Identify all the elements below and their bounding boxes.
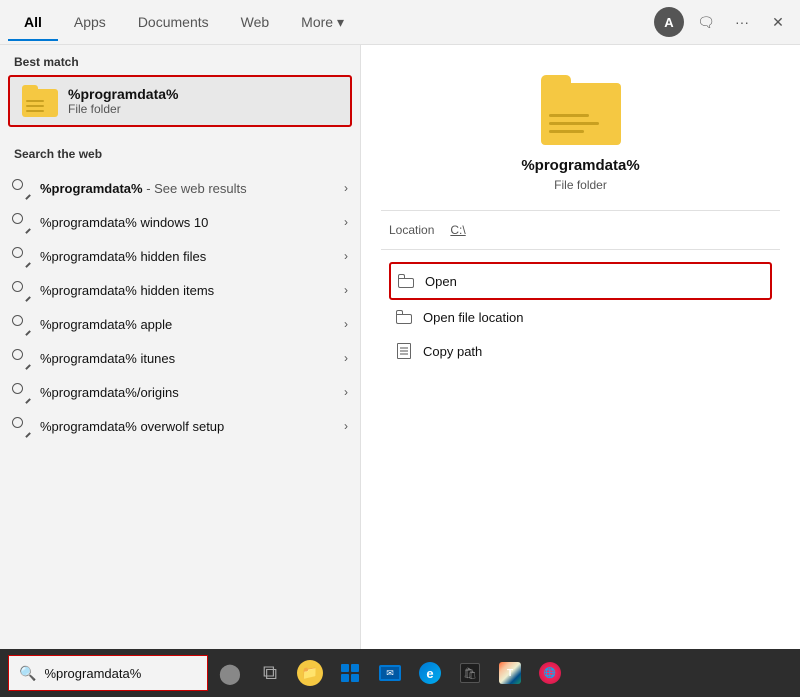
best-match-type: File folder: [68, 102, 178, 116]
right-panel: %programdata% File folder Location C:\ O…: [360, 45, 800, 649]
chevron-right-icon-3: ›: [344, 283, 348, 297]
list-item[interactable]: %programdata%/origins ›: [0, 375, 360, 409]
tab-documents[interactable]: Documents: [122, 4, 225, 40]
open-file-location-label: Open file location: [423, 310, 523, 325]
chevron-right-icon-2: ›: [344, 249, 348, 263]
open-label: Open: [425, 274, 457, 289]
chevron-right-icon-6: ›: [344, 385, 348, 399]
location-row: Location C:\: [381, 223, 780, 237]
right-subtitle: File folder: [554, 178, 607, 192]
mail-icon[interactable]: ✉: [372, 655, 408, 691]
tab-web[interactable]: Web: [225, 4, 286, 40]
list-item[interactable]: %programdata% itunes ›: [0, 341, 360, 375]
open-location-folder-icon: [395, 308, 413, 326]
avatar[interactable]: A: [654, 7, 684, 37]
folder-line-3: [26, 110, 44, 112]
tab-apps[interactable]: Apps: [58, 4, 122, 40]
list-item[interactable]: %programdata% - See web results ›: [0, 171, 360, 205]
close-icon[interactable]: ✕: [764, 8, 792, 36]
rf-line-2: [549, 122, 599, 125]
list-item[interactable]: %programdata% hidden items ›: [0, 273, 360, 307]
right-folder-icon: [541, 75, 621, 145]
search-item-text-4: %programdata% apple: [40, 317, 334, 332]
folder-body: [22, 89, 58, 117]
web-search-label: Search the web: [0, 137, 360, 167]
search-item-text-7: %programdata% overwolf setup: [40, 419, 334, 434]
main-area: Best match %programdata% File folder Sea…: [0, 45, 800, 649]
folder-lines: [26, 100, 44, 112]
chevron-right-icon-5: ›: [344, 351, 348, 365]
chevron-right-icon-7: ›: [344, 419, 348, 433]
open-folder-icon: [397, 272, 415, 290]
rf-folder-lines: [549, 114, 599, 133]
chevron-right-icon-0: ›: [344, 181, 348, 195]
rf-line-1: [549, 114, 589, 117]
search-item-text-0: %programdata% - See web results: [40, 181, 334, 196]
edge-icon[interactable]: e: [412, 655, 448, 691]
folder-icon-large: [22, 85, 58, 117]
search-icon: [12, 213, 30, 231]
tab-all[interactable]: All: [8, 4, 58, 40]
cortana-icon[interactable]: ⬤: [212, 655, 248, 691]
search-icon: [12, 247, 30, 265]
taskview-icon[interactable]: ⧉: [252, 655, 288, 691]
list-item[interactable]: %programdata% windows 10 ›: [0, 205, 360, 239]
open-file-location-action[interactable]: Open file location: [389, 300, 772, 334]
search-icon: [12, 417, 30, 435]
list-item[interactable]: %programdata% hidden files ›: [0, 239, 360, 273]
search-box-text: %programdata%: [44, 666, 197, 681]
search-item-text-5: %programdata% itunes: [40, 351, 334, 366]
taskbar: 🔍 %programdata% ⬤ ⧉ 📁 ✉ e 🛍 T 🌐: [0, 649, 800, 697]
grid-icon[interactable]: [332, 655, 368, 691]
search-icon: [12, 315, 30, 333]
search-icon: [12, 281, 30, 299]
location-label: Location: [389, 223, 434, 237]
header-icons: A 🗨 ··· ✕: [654, 7, 792, 37]
left-panel: Best match %programdata% File folder Sea…: [0, 45, 360, 649]
best-match-label: Best match: [0, 45, 360, 75]
file-explorer-icon[interactable]: 📁: [292, 655, 328, 691]
best-match-name: %programdata%: [68, 86, 178, 102]
more-options-icon[interactable]: ···: [728, 8, 756, 36]
search-icon: [12, 383, 30, 401]
open-action[interactable]: Open: [389, 262, 772, 300]
search-item-text-6: %programdata%/origins: [40, 385, 334, 400]
globe-icon[interactable]: 🌐: [532, 655, 568, 691]
best-match-item[interactable]: %programdata% File folder: [8, 75, 352, 127]
colorful-icon[interactable]: T: [492, 655, 528, 691]
search-item-text-3: %programdata% hidden items: [40, 283, 334, 298]
search-item-text-1: %programdata% windows 10: [40, 215, 334, 230]
taskbar-search-icon: 🔍: [19, 665, 36, 682]
search-item-text-2: %programdata% hidden files: [40, 249, 334, 264]
web-search-list: %programdata% - See web results › %progr…: [0, 171, 360, 443]
rf-folder-body: [541, 83, 621, 145]
divider-2: [381, 249, 780, 250]
location-value[interactable]: C:\: [450, 223, 465, 237]
list-item[interactable]: %programdata% overwolf setup ›: [0, 409, 360, 443]
folder-line-2: [26, 105, 44, 107]
right-title: %programdata%: [521, 157, 639, 174]
search-box[interactable]: 🔍 %programdata%: [8, 655, 208, 691]
copy-path-action[interactable]: Copy path: [389, 334, 772, 368]
chevron-right-icon-4: ›: [344, 317, 348, 331]
header: All Apps Documents Web More ▾ A 🗨 ··· ✕: [0, 0, 800, 45]
chevron-right-icon-1: ›: [344, 215, 348, 229]
copy-path-doc-icon: [395, 342, 413, 360]
folder-line-1: [26, 100, 44, 102]
best-match-text: %programdata% File folder: [68, 86, 178, 116]
search-icon: [12, 179, 30, 197]
list-item[interactable]: %programdata% apple ›: [0, 307, 360, 341]
tab-more[interactable]: More ▾: [285, 4, 360, 41]
divider-1: [381, 210, 780, 211]
copy-path-label: Copy path: [423, 344, 482, 359]
action-list: Open Open file location Copy path: [381, 262, 780, 368]
store-icon[interactable]: 🛍: [452, 655, 488, 691]
rf-line-3: [549, 130, 584, 133]
feedback-icon[interactable]: 🗨: [692, 8, 720, 36]
search-icon: [12, 349, 30, 367]
